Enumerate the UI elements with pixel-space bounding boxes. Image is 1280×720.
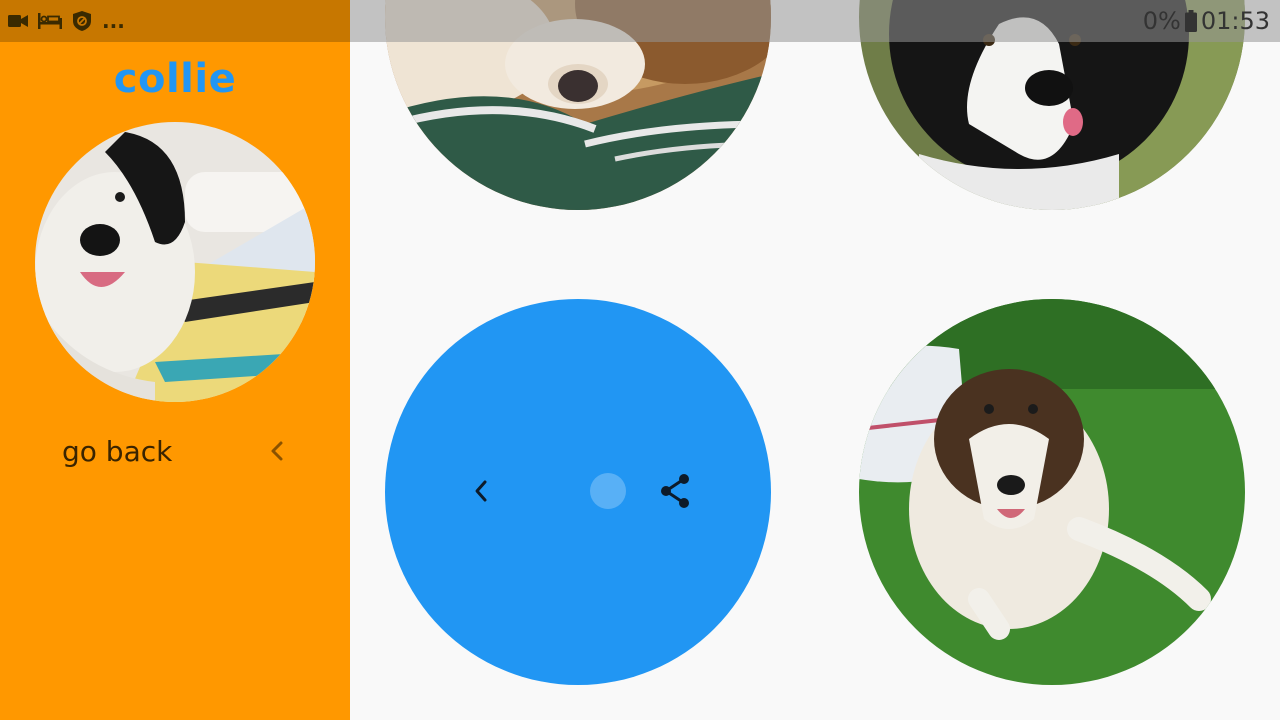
- go-back-label: go back: [62, 434, 173, 468]
- back-chevron-icon[interactable]: [469, 479, 493, 503]
- avatar: [35, 122, 315, 402]
- photo-tile-border-collie[interactable]: [859, 0, 1245, 210]
- photo-tile-collie-on-grass[interactable]: [859, 299, 1245, 685]
- menu-circle: [385, 299, 771, 685]
- navigation-drawer: collie go back: [0, 0, 350, 720]
- photo-tile-rough-collie[interactable]: [385, 0, 771, 210]
- rough-collie-photo: [385, 0, 771, 210]
- collie-photo: [35, 122, 315, 402]
- ripple-dot: [590, 473, 626, 509]
- app-screen: collie go back ... 0% 01:53: [0, 0, 1280, 720]
- go-back-button[interactable]: go back: [40, 428, 310, 474]
- border-collie-photo: [859, 0, 1245, 210]
- chevron-left-icon: [268, 439, 286, 463]
- drawer-title: collie: [113, 56, 237, 102]
- collie-on-grass-photo: [859, 299, 1245, 685]
- share-icon[interactable]: [657, 473, 693, 509]
